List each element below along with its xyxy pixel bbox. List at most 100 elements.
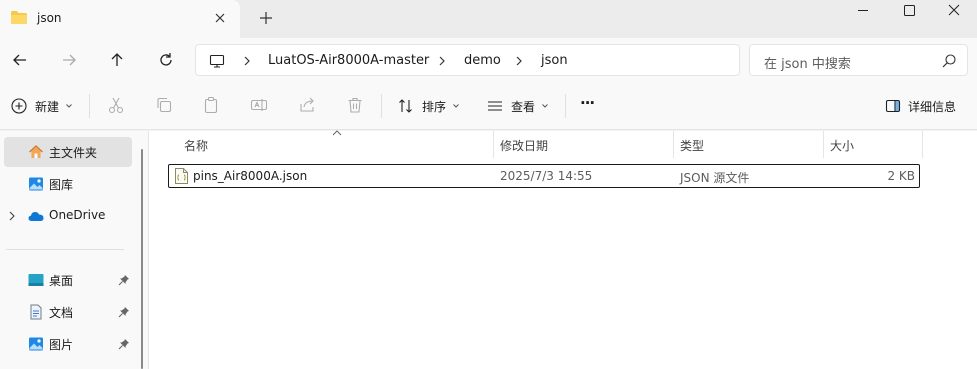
search-icon[interactable]: [941, 53, 957, 69]
column-header-type[interactable]: 类型: [680, 131, 820, 158]
more-options-button[interactable]: ···: [580, 94, 600, 116]
sidebar-item-desktop[interactable]: 桌面: [4, 265, 132, 295]
address-row: LuatOS-Air8000A-master demo json 在 json …: [0, 38, 977, 82]
column-divider[interactable]: [493, 131, 494, 158]
column-header-name[interactable]: 名称: [184, 131, 494, 158]
up-arrow-icon[interactable]: [107, 50, 127, 70]
file-size: 2 KB: [887, 169, 915, 183]
view-button[interactable]: 查看: [487, 96, 553, 116]
json-file-icon: [175, 168, 188, 184]
toolbar-divider: [381, 94, 382, 118]
column-divider[interactable]: [673, 131, 674, 158]
file-modified: 2025/7/3 14:55: [500, 169, 593, 183]
sidebar-item-home[interactable]: 主文件夹: [4, 137, 132, 167]
sidebar-item-label: 主文件夹: [49, 146, 98, 160]
details-pane-icon: [885, 99, 901, 113]
cloud-icon: [28, 212, 44, 221]
sidebar-item-label: 图库: [49, 178, 74, 192]
trash-icon: [348, 97, 362, 113]
chevron-right-icon[interactable]: [241, 53, 253, 69]
sidebar-item-label: 桌面: [49, 274, 74, 288]
sidebar-item-pictures[interactable]: 图片: [4, 329, 132, 359]
column-divider[interactable]: [922, 131, 923, 158]
back-arrow-icon[interactable]: [10, 50, 30, 70]
clipboard-icon: [204, 96, 218, 114]
breadcrumb-item[interactable]: demo: [464, 53, 501, 68]
pictures-icon: [29, 337, 43, 351]
new-label: 新建: [35, 100, 60, 114]
chevron-right-icon[interactable]: [7, 210, 17, 222]
new-button[interactable]: 新建: [11, 96, 77, 116]
chevron-down-icon: [542, 104, 548, 108]
details-pane-button[interactable]: 详细信息: [885, 96, 967, 116]
breadcrumb-item[interactable]: LuatOS-Air8000A-master: [268, 53, 429, 68]
toolbar-divider: [565, 94, 566, 118]
scissors-icon: [108, 97, 124, 114]
details-label: 详细信息: [908, 100, 957, 114]
rename-button[interactable]: [250, 96, 270, 116]
command-bar: 新建 排序 查看 ··· 详细信息: [0, 82, 977, 130]
tab-title: json: [37, 11, 62, 25]
column-header-modified[interactable]: 修改日期: [500, 131, 670, 158]
column-header-label: 大小: [830, 139, 855, 153]
sort-button[interactable]: 排序: [398, 96, 464, 116]
pin-icon[interactable]: [118, 306, 130, 318]
copy-button[interactable]: [155, 96, 175, 116]
column-header-label: 名称: [184, 139, 209, 153]
sidebar-item-onedrive[interactable]: OneDrive: [4, 201, 132, 231]
search-input[interactable]: 在 json 中搜索: [749, 44, 968, 76]
pin-icon[interactable]: [118, 338, 130, 350]
address-bar[interactable]: LuatOS-Air8000A-master demo json: [195, 44, 740, 76]
sidebar-divider: [6, 249, 124, 250]
column-header-size[interactable]: 大小: [830, 131, 920, 158]
file-type: JSON 源文件: [680, 171, 750, 185]
forward-arrow-icon[interactable]: [59, 50, 79, 70]
title-bar: json: [0, 0, 977, 38]
column-header-label: 修改日期: [500, 139, 549, 153]
sidebar-item-label: OneDrive: [49, 208, 106, 222]
tab-json[interactable]: json: [0, 0, 240, 38]
pin-icon[interactable]: [118, 274, 130, 286]
minimize-button[interactable]: [840, 0, 886, 22]
maximize-button[interactable]: [886, 0, 932, 22]
delete-button[interactable]: [346, 96, 366, 116]
share-button[interactable]: [298, 96, 318, 116]
navigation-pane: 主文件夹 图库 OneDrive 桌面 文档 图片: [0, 131, 148, 369]
plus-circle-icon: [11, 98, 27, 114]
cut-button[interactable]: [107, 96, 127, 116]
column-divider[interactable]: [823, 131, 824, 158]
desktop-icon: [28, 274, 44, 286]
more-icon: ···: [580, 94, 595, 112]
copy-icon: [157, 97, 172, 113]
sort-label: 排序: [422, 100, 447, 114]
chevron-down-icon: [66, 104, 72, 108]
sidebar-scrollbar[interactable]: [141, 149, 143, 369]
new-tab-icon[interactable]: [258, 10, 274, 26]
folder-icon: [11, 11, 27, 24]
documents-icon: [30, 304, 42, 320]
sidebar-item-documents[interactable]: 文档: [4, 297, 132, 327]
sidebar-item-label: 文档: [49, 306, 74, 320]
refresh-icon[interactable]: [156, 50, 176, 70]
search-placeholder: 在 json 中搜索: [764, 57, 851, 72]
file-name: pins_Air8000A.json: [193, 169, 308, 183]
close-tab-icon[interactable]: [212, 10, 228, 26]
view-icon: [488, 101, 502, 111]
table-row[interactable]: pins_Air8000A.json 2025/7/3 14:55 JSON 源…: [168, 164, 920, 188]
chevron-down-icon: [453, 104, 459, 108]
breadcrumb-item[interactable]: json: [541, 53, 568, 68]
paste-button[interactable]: [202, 96, 222, 116]
rename-icon: [250, 99, 268, 111]
sidebar-item-gallery[interactable]: 图库: [4, 169, 132, 199]
close-window-button[interactable]: [931, 0, 977, 22]
view-label: 查看: [511, 100, 536, 114]
toolbar-divider: [89, 94, 90, 118]
this-pc-icon[interactable]: [209, 53, 225, 69]
file-list: 名称 修改日期 类型 大小 pins_Air8000A.json 2025/7/…: [148, 130, 977, 369]
column-header-label: 类型: [680, 139, 705, 153]
chevron-right-icon[interactable]: [513, 53, 525, 69]
gallery-icon: [29, 177, 43, 191]
sort-icon: [399, 99, 412, 113]
chevron-right-icon[interactable]: [436, 53, 448, 69]
sidebar-item-label: 图片: [49, 338, 74, 352]
